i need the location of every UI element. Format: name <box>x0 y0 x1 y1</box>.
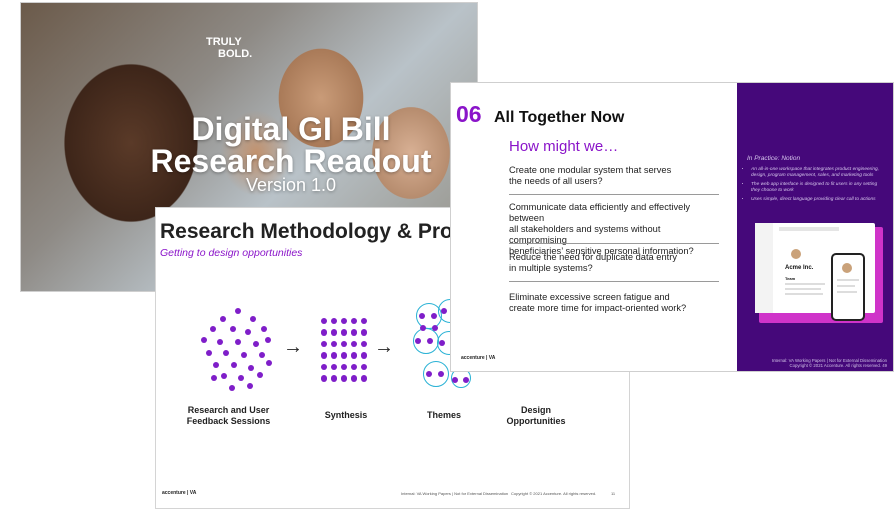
how-might-we-heading: How might we… <box>509 138 619 155</box>
question-item: Reduce the need for duplicate data entry… <box>509 252 677 273</box>
research-dot <box>250 316 256 322</box>
research-dot <box>266 360 272 366</box>
synthesis-dot <box>360 375 368 382</box>
synthesis-dot <box>320 317 328 325</box>
synthesis-dot <box>320 352 328 359</box>
synthesis-dot <box>360 329 368 336</box>
research-dot <box>206 350 212 356</box>
synthesis-dot <box>340 352 348 359</box>
research-dot <box>248 365 254 371</box>
stage-label-synthesis: Synthesis <box>324 410 368 420</box>
divider <box>509 194 719 195</box>
synthesis-dot <box>340 317 348 325</box>
synthesis-dot <box>350 352 358 359</box>
synthesis-dot <box>360 340 368 348</box>
research-dot <box>245 329 251 335</box>
avatar <box>791 249 801 259</box>
methodology-subtitle: Getting to design opportunities <box>160 247 303 259</box>
notion-example-panel: In Practice: Notion An all-in-one worksp… <box>737 83 893 371</box>
synthesis-dot <box>340 340 348 348</box>
synthesis-dot <box>350 375 358 382</box>
research-dot <box>257 372 263 378</box>
panel-footer: Internal: VA Working Papers | Not for Ex… <box>771 358 887 368</box>
phone-mockup <box>831 253 865 321</box>
divider <box>509 243 719 244</box>
arrow-icon: → <box>374 336 394 358</box>
synthesis-dot <box>350 329 358 336</box>
synthesis-dot <box>330 340 338 348</box>
methodology-title: Research Methodology & Pro <box>160 220 453 243</box>
synthesis-dot <box>340 329 348 336</box>
synthesis-dot <box>320 340 328 348</box>
stage-label-research: Research and User Feedback Sessions <box>186 405 271 426</box>
research-dot <box>241 352 247 358</box>
research-dot <box>211 375 217 381</box>
theme-dot <box>431 324 439 332</box>
research-dot <box>231 362 237 368</box>
synthesis-dot <box>360 317 368 325</box>
synthesis-dot <box>360 363 368 371</box>
synthesis-dot <box>320 363 328 371</box>
research-dot <box>265 337 271 343</box>
section-number: 06 <box>456 101 482 127</box>
question-item: Communicate data efficiently and effecti… <box>509 202 694 256</box>
research-dot <box>247 383 253 389</box>
accenture-va-logo: accenture | VA <box>461 355 496 361</box>
synthesis-dot <box>330 329 338 336</box>
synthesis-dot <box>320 375 328 382</box>
research-dot <box>217 339 223 345</box>
title-slide-heading: Digital GI Bill Research Readout <box>150 111 432 179</box>
research-dot <box>220 316 226 322</box>
mock-sidebar <box>755 223 773 313</box>
section-title: All Together Now <box>494 109 625 126</box>
research-dot <box>223 350 229 356</box>
question-item: Eliminate excessive screen fatigue and c… <box>509 292 687 313</box>
research-dot <box>201 337 207 343</box>
synthesis-dot <box>350 317 358 325</box>
version-label: Version 1.0 <box>245 175 337 195</box>
stage-label-design: Design Opportunities <box>506 405 566 426</box>
synthesis-dot <box>350 363 358 371</box>
panel-bullets: An all-in-one workspace that integrates … <box>743 167 887 206</box>
synthesis-dot <box>330 375 338 382</box>
research-dot <box>235 339 241 345</box>
research-dot <box>229 385 235 391</box>
research-dot <box>261 326 267 332</box>
research-dot <box>253 341 259 347</box>
research-dot <box>235 308 241 314</box>
slide-footer: accenture | VA Internal: VA Working Pape… <box>162 490 616 496</box>
research-dot <box>213 362 219 368</box>
research-dot <box>238 375 244 381</box>
truly-bold-logo: TRULY BOLD. <box>206 36 253 60</box>
research-dot <box>230 326 236 332</box>
panel-title: In Practice: Notion <box>747 155 801 162</box>
synthesis-dot <box>350 340 358 348</box>
research-dot <box>210 326 216 332</box>
stage-label-themes: Themes <box>426 410 461 420</box>
synthesis-dot <box>340 363 348 371</box>
synthesis-dot <box>320 329 328 336</box>
synthesis-dot <box>330 317 338 325</box>
synthesis-dot <box>330 352 338 359</box>
synthesis-dot <box>360 352 368 359</box>
research-dot <box>221 373 227 379</box>
synthesis-dot <box>340 375 348 382</box>
arrow-icon: → <box>283 336 303 358</box>
research-dot <box>259 352 265 358</box>
accenture-va-logo: accenture | VA <box>162 490 197 496</box>
synthesis-dot <box>330 363 338 371</box>
all-together-slide: 06 All Together Now How might we… Create… <box>450 82 894 372</box>
divider <box>509 281 719 282</box>
question-item: Create one modular system that serves th… <box>509 165 672 186</box>
